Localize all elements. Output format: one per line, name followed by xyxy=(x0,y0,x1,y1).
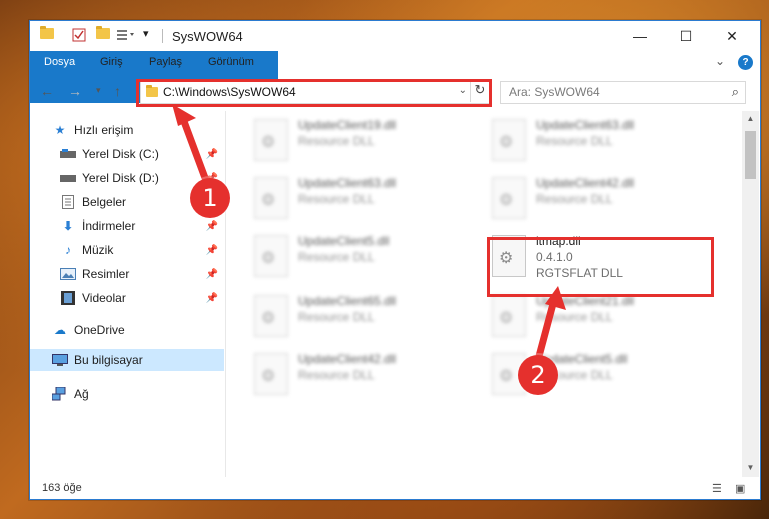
step-badge-2: 2 xyxy=(518,355,558,395)
arrow-1 xyxy=(178,112,212,190)
step-badge-1: 1 xyxy=(190,178,230,218)
arrowhead-1 xyxy=(172,104,196,126)
arrow-2 xyxy=(534,296,558,364)
arrowhead-2 xyxy=(545,286,566,310)
annotation-arrows xyxy=(172,104,566,364)
